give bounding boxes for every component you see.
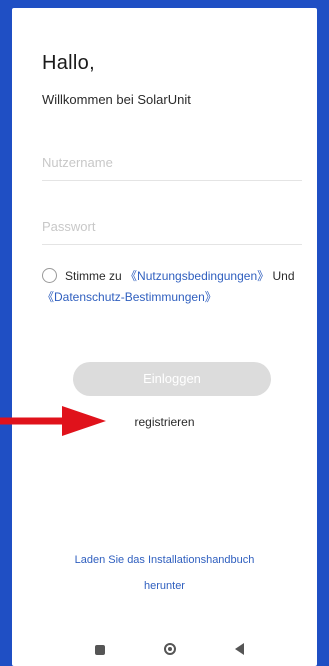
phone-screen: Hallo, Willkommen bei SolarUnit Stimme z… [12, 8, 317, 666]
welcome-text: Willkommen bei SolarUnit [42, 92, 191, 107]
login-button[interactable]: Einloggen [73, 362, 271, 396]
recent-apps-icon[interactable] [95, 645, 105, 655]
terms-link[interactable]: 《Nutzungsbedingungen》 [125, 269, 269, 283]
manual-download-link[interactable]: Laden Sie das Installationshandbuch heru… [12, 547, 317, 599]
manual-link-line1[interactable]: Laden Sie das Installationshandbuch [12, 547, 317, 573]
username-input[interactable] [42, 148, 302, 176]
password-input[interactable] [42, 212, 302, 240]
agree-and-text: Und [272, 269, 295, 283]
terms-agreement: Stimme zu 《Nutzungsbedingungen》 Und 《Dat… [42, 266, 304, 308]
greeting-title: Hallo, [42, 52, 95, 74]
username-field [42, 148, 302, 181]
manual-link-line2[interactable]: herunter [12, 573, 317, 599]
agree-radio[interactable] [42, 268, 57, 283]
back-icon[interactable] [235, 643, 244, 655]
privacy-link[interactable]: 《Datenschutz-Bestimmungen》 [42, 290, 217, 304]
system-navbar [12, 636, 317, 666]
agree-prefix-text: Stimme zu [65, 269, 122, 283]
home-icon[interactable] [164, 643, 176, 655]
password-field [42, 212, 302, 245]
arrow-right-icon [0, 406, 106, 436]
